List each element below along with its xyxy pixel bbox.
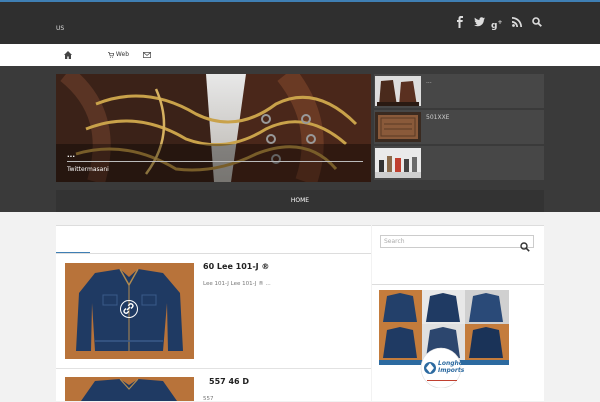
- nav-item-web[interactable]: Web: [108, 44, 129, 66]
- side-item-label: 501XXE: [426, 114, 450, 121]
- post-excerpt: 557: [203, 396, 214, 402]
- bottles-thumbnail: [375, 148, 421, 178]
- featured-side-item[interactable]: ...: [374, 74, 544, 108]
- search-icon[interactable]: [520, 237, 530, 252]
- post-thumbnail[interactable]: [65, 377, 194, 401]
- post-list: 60 Lee 101-J ® Lee 101-J Lee 101-J ® ...…: [56, 225, 371, 402]
- ad-brand-line2: Imports: [438, 367, 465, 374]
- divider: [56, 253, 371, 254]
- link-icon[interactable]: [120, 300, 138, 318]
- side-item-label: ...: [426, 78, 432, 85]
- search-input[interactable]: Search: [380, 235, 534, 252]
- ad-underline: [427, 380, 457, 381]
- nav-bar: Web: [0, 44, 600, 66]
- featured-side-item[interactable]: 501XXE: [374, 110, 544, 144]
- home-icon[interactable]: [64, 44, 72, 66]
- top-bar: US g+: [0, 0, 600, 44]
- main-menu-bar: HOME: [56, 190, 544, 212]
- featured-side-item[interactable]: [374, 146, 544, 180]
- post-thumbnail[interactable]: [65, 263, 194, 359]
- denim-jacket-image: [65, 377, 194, 401]
- boots-thumbnail: [375, 76, 421, 106]
- hero-caption[interactable]: Twittermasani: [67, 166, 109, 173]
- hero-title[interactable]: ...: [67, 151, 75, 159]
- post-title[interactable]: 557 46 D: [209, 377, 249, 386]
- search-icon[interactable]: [532, 17, 542, 31]
- site-title[interactable]: US: [56, 25, 64, 32]
- mail-icon[interactable]: [143, 44, 151, 66]
- divider: [372, 284, 544, 285]
- cart-icon: [108, 51, 116, 58]
- facebook-icon[interactable]: [456, 16, 464, 32]
- sidebar: Search Longhorn Imports: [372, 225, 544, 401]
- hero-divider: [67, 161, 363, 162]
- search-placeholder: Search: [384, 238, 405, 245]
- twitter-icon[interactable]: [474, 17, 485, 31]
- ad-banner[interactable]: Longhorn Imports: [379, 290, 509, 401]
- post-title[interactable]: 60 Lee 101-J ®: [203, 262, 269, 271]
- google-plus-icon[interactable]: g+: [491, 17, 502, 32]
- featured-slide[interactable]: ... Twittermasani: [56, 74, 371, 182]
- jackets-grid-image: [379, 290, 509, 401]
- menu-item-home[interactable]: HOME: [56, 190, 544, 212]
- leather-patch-thumbnail: [375, 112, 421, 142]
- ad-brand-line1: Longhorn: [438, 360, 471, 367]
- nav-item-label: Web: [115, 51, 130, 58]
- rss-icon[interactable]: [512, 17, 522, 31]
- post-excerpt: Lee 101-J Lee 101-J ® ...: [203, 281, 271, 287]
- divider: [56, 368, 371, 369]
